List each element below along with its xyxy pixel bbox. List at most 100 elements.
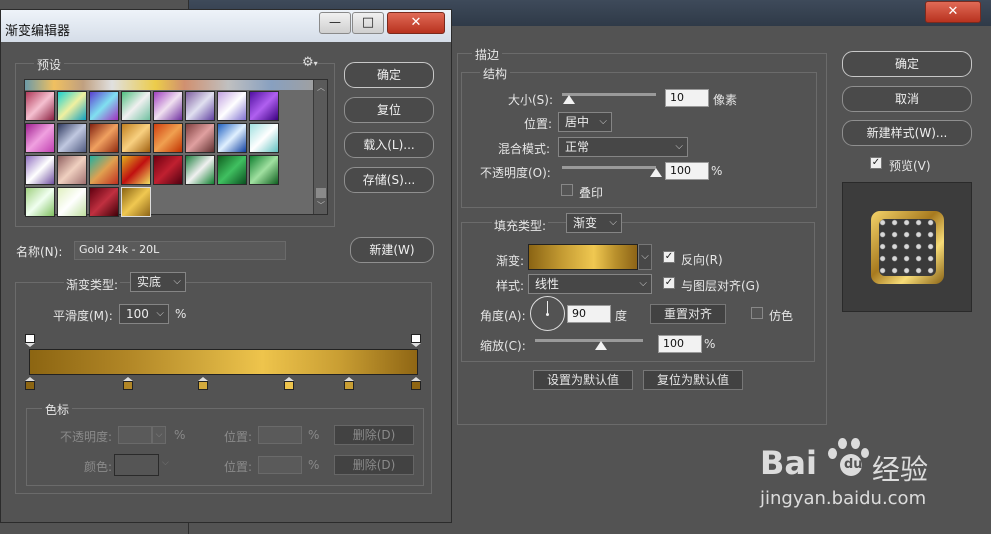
preset-swatch[interactable] <box>121 91 151 121</box>
scale-slider-thumb[interactable] <box>595 341 607 350</box>
size-label: 大小(S): <box>508 93 554 107</box>
reset-default-button[interactable]: 复位为默认值 <box>643 370 743 390</box>
gradient-reset-button[interactable]: 复位 <box>344 97 434 123</box>
size-slider[interactable] <box>562 93 656 96</box>
gradient-type-select[interactable]: 实底 ⌵ <box>130 272 186 292</box>
color-stop[interactable] <box>123 377 133 390</box>
stop-delete-button-2[interactable]: 删除(D) <box>334 455 414 475</box>
gear-icon[interactable]: ⚙▾ <box>302 55 318 70</box>
preset-swatch[interactable] <box>217 123 247 153</box>
scroll-up-icon[interactable]: ︿ <box>317 82 325 93</box>
size-slider-thumb[interactable] <box>563 95 575 104</box>
preset-swatch[interactable] <box>89 123 119 153</box>
preset-swatch[interactable] <box>57 155 87 185</box>
opacity-stop-left[interactable] <box>25 334 35 347</box>
dither-checkbox[interactable] <box>751 307 763 319</box>
gradient-ok-button[interactable]: 确定 <box>344 62 434 88</box>
opacity-slider[interactable] <box>562 166 656 169</box>
scale-slider[interactable] <box>535 339 643 342</box>
preset-swatch[interactable] <box>153 123 183 153</box>
preset-swatch[interactable] <box>121 187 151 217</box>
stop-opacity-input[interactable] <box>118 426 152 444</box>
reverse-checkbox[interactable]: ✓ <box>663 251 675 263</box>
preset-swatch[interactable] <box>25 91 55 121</box>
preset-swatch[interactable] <box>153 91 183 121</box>
stop-opacity-unit: % <box>174 428 186 442</box>
preset-swatch[interactable] <box>249 91 279 121</box>
scroll-thumb[interactable] <box>316 188 326 198</box>
smoothness-unit: % <box>175 307 187 321</box>
fill-type-select[interactable]: 渐变 ⌵ <box>566 213 622 233</box>
stop-opacity-dropdown[interactable]: ⌵ <box>152 426 166 444</box>
gradient-bar[interactable] <box>29 349 418 375</box>
layer-style-cancel-button[interactable]: 取消 <box>842 86 972 112</box>
preset-swatch[interactable] <box>89 187 119 217</box>
gradient-name-label: 名称(N): <box>16 245 63 259</box>
preset-swatch[interactable] <box>121 155 151 185</box>
gradient-editor-close-button[interactable]: ✕ <box>387 12 445 34</box>
stop-delete-button-1[interactable]: 删除(D) <box>334 425 414 445</box>
preset-swatch[interactable] <box>185 123 215 153</box>
size-input[interactable]: 10 <box>665 89 709 107</box>
angle-input[interactable]: 90 <box>567 305 611 323</box>
maximize-button[interactable]: □ <box>352 12 384 34</box>
position-select[interactable]: 居中 ⌵ <box>558 112 612 132</box>
preset-swatch[interactable] <box>249 123 279 153</box>
gradient-dropdown[interactable]: ⌵ <box>638 244 652 270</box>
stop-location-input-1[interactable] <box>258 426 302 444</box>
preset-swatch[interactable] <box>121 123 151 153</box>
preset-swatch[interactable] <box>57 187 87 217</box>
preview-checkbox[interactable]: ✓ <box>870 157 882 169</box>
opacity-input[interactable]: 100 <box>665 162 709 180</box>
preset-swatch[interactable] <box>25 123 55 153</box>
presets-scrollbar[interactable]: ︿ ﹀ <box>313 80 327 214</box>
gradient-new-button[interactable]: 新建(W) <box>350 237 434 263</box>
stop-location-input-2[interactable] <box>258 456 302 474</box>
color-stop[interactable] <box>284 377 294 390</box>
preset-swatch[interactable] <box>25 155 55 185</box>
preset-swatch[interactable] <box>217 91 247 121</box>
preset-swatch[interactable] <box>153 155 183 185</box>
preset-swatch[interactable] <box>57 91 87 121</box>
gradient-preview-swatch[interactable] <box>528 244 638 270</box>
preset-swatch[interactable] <box>89 155 119 185</box>
chevron-down-icon: ⌵ <box>641 251 649 262</box>
opacity-stop-right[interactable] <box>411 334 421 347</box>
gradient-load-button[interactable]: 载入(L)... <box>344 132 434 158</box>
angle-dial[interactable] <box>530 296 565 331</box>
preset-swatch[interactable] <box>89 91 119 121</box>
color-stop[interactable] <box>25 377 35 390</box>
gradient-editor-titlebar[interactable]: 渐变编辑器 — □ ✕ <box>1 10 451 42</box>
align-with-layer-checkbox[interactable]: ✓ <box>663 277 675 289</box>
layer-style-ok-button[interactable]: 确定 <box>842 51 972 77</box>
smoothness-select[interactable]: 100 ⌵ <box>119 304 169 324</box>
preset-swatch[interactable] <box>185 155 215 185</box>
preset-swatch[interactable] <box>25 187 55 217</box>
make-default-button[interactable]: 设置为默认值 <box>533 370 633 390</box>
color-stop[interactable] <box>198 377 208 390</box>
preset-swatch[interactable] <box>185 91 215 121</box>
layer-style-close-button[interactable]: ✕ <box>925 1 981 23</box>
color-stop[interactable] <box>344 377 354 390</box>
preset-swatch[interactable] <box>57 123 87 153</box>
color-stop[interactable] <box>411 377 421 390</box>
scroll-down-icon[interactable]: ﹀ <box>317 200 325 211</box>
reset-alignment-button[interactable]: 重置对齐 <box>650 304 726 324</box>
gradient-name-input[interactable]: Gold 24k - 20L <box>74 241 286 260</box>
scale-input[interactable]: 100 <box>658 335 702 353</box>
preset-swatch[interactable] <box>249 155 279 185</box>
overprint-checkbox[interactable] <box>561 184 573 196</box>
watermark-url: jingyan.baidu.com <box>760 488 927 509</box>
minimize-button[interactable]: — <box>319 12 351 34</box>
stop-color-swatch[interactable] <box>114 454 159 476</box>
opacity-slider-thumb[interactable] <box>650 168 662 177</box>
chevron-down-icon[interactable]: ⌵ <box>162 458 169 468</box>
chevron-down-icon: ⌵ <box>173 276 181 287</box>
blend-mode-select[interactable]: 正常 ⌵ <box>558 137 688 157</box>
new-style-button[interactable]: 新建样式(W)... <box>842 120 972 146</box>
style-preview-box <box>842 182 972 312</box>
gradient-save-button[interactable]: 存储(S)... <box>344 167 434 193</box>
stop-opacity-label: 不透明度: <box>60 430 113 444</box>
style-select[interactable]: 线性 ⌵ <box>528 274 652 294</box>
preset-swatch[interactable] <box>217 155 247 185</box>
